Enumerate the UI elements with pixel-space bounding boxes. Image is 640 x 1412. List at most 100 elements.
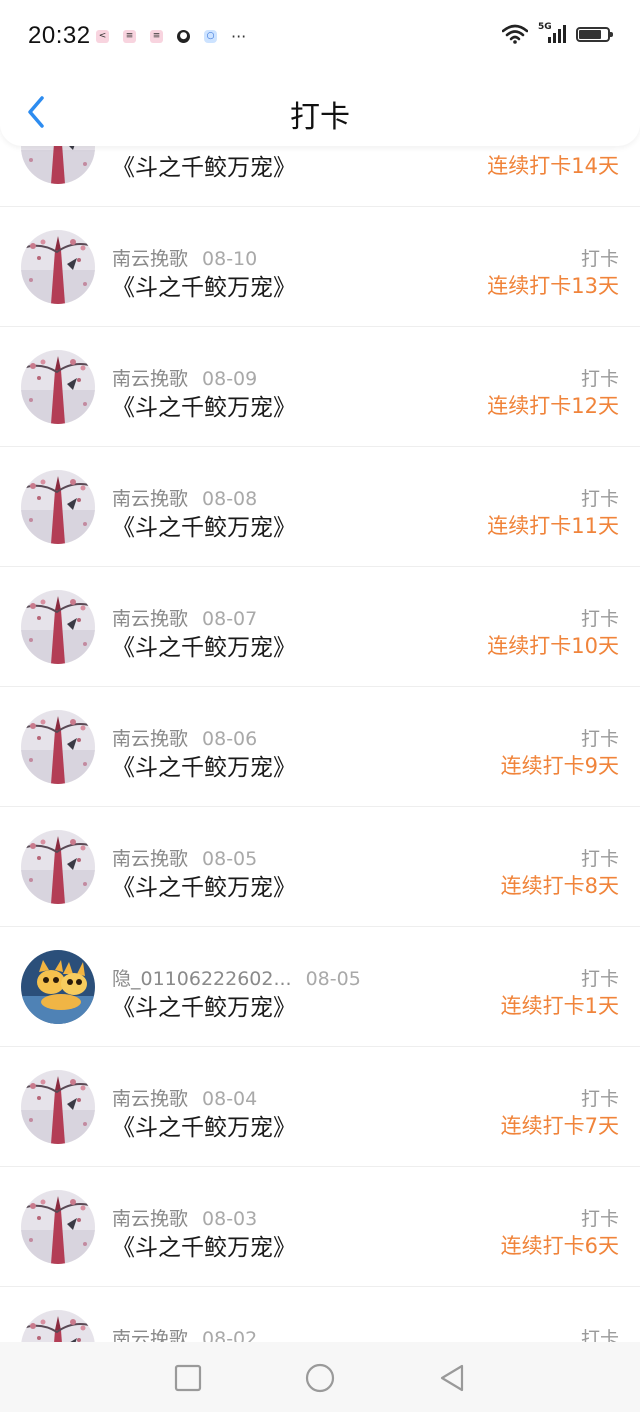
checkin-action-label: 打卡 <box>580 488 619 510</box>
user-name[interactable]: 南云挽歌 <box>112 1088 188 1110</box>
checkin-date: 08-10 <box>202 248 258 270</box>
list-item[interactable]: 南云挽歌 08-03 《斗之千鲛万宠》 打卡连续打卡6天 <box>0 1168 640 1287</box>
user-name[interactable]: 南云挽歌 <box>112 488 188 510</box>
user-name[interactable]: 南云挽歌 <box>112 608 188 630</box>
checkin-action-label: 打卡 <box>580 1088 619 1110</box>
list-item[interactable]: 南云挽歌 08-06 《斗之千鲛万宠》 打卡连续打卡9天 <box>0 688 640 807</box>
row-meta: 南云挽歌 08-10 <box>112 244 257 271</box>
system-indicators: 5G <box>502 22 613 44</box>
row-meta: 南云挽歌 08-09 <box>112 364 257 391</box>
book-title[interactable]: 《斗之千鲛万宠》 <box>112 868 296 902</box>
more-notifications-icon: ··· <box>231 27 247 46</box>
row-divider <box>0 206 640 207</box>
checkin-date: 08-08 <box>202 488 258 510</box>
row-divider <box>0 926 640 927</box>
row-divider <box>0 566 640 567</box>
app-notification-icon: ● <box>177 30 190 43</box>
list-item[interactable]: 南云挽歌 08-05 《斗之千鲛万宠》 打卡连续打卡8天 <box>0 808 640 927</box>
home-icon[interactable] <box>304 1362 336 1394</box>
checkin-date: 08-05 <box>305 968 361 990</box>
book-title[interactable]: 《斗之千鲛万宠》 <box>112 628 296 662</box>
avatar[interactable] <box>21 350 95 424</box>
row-divider <box>0 1286 640 1287</box>
book-title[interactable]: 《斗之千鲛万宠》 <box>112 988 296 1022</box>
list-item[interactable]: 南云挽歌 08-09 《斗之千鲛万宠》 打卡连续打卡12天 <box>0 328 640 447</box>
book-title[interactable]: 《斗之千鲛万宠》 <box>112 748 296 782</box>
book-title[interactable]: 《斗之千鲛万宠》 <box>112 1108 296 1142</box>
row-meta: 南云挽歌 08-08 <box>112 484 257 511</box>
streak-count: 连续打卡14天 <box>487 154 619 178</box>
avatar[interactable] <box>21 950 95 1024</box>
avatar[interactable] <box>21 710 95 784</box>
notification-icons: < ≡ ≡ ● ○ ··· <box>96 27 247 46</box>
checkin-action-label: 打卡 <box>580 248 619 270</box>
row-meta: 南云挽歌 08-06 <box>112 724 257 751</box>
list-item[interactable]: 南云挽歌 08-08 《斗之千鲛万宠》 打卡连续打卡11天 <box>0 448 640 567</box>
row-meta: 南云挽歌 08-03 <box>112 1204 257 1231</box>
user-name[interactable]: 隐_01106222602... <box>112 968 292 990</box>
book-title[interactable]: 《斗之千鲛万宠》 <box>112 388 296 422</box>
checkin-date: 08-06 <box>202 728 258 750</box>
avatar[interactable] <box>21 470 95 544</box>
status-bar: 20:32 < ≡ ≡ ● ○ ··· 5G <box>0 0 640 72</box>
streak-count: 连续打卡8天 <box>500 874 619 898</box>
row-divider <box>0 1166 640 1167</box>
app-notification-icon: < <box>96 30 109 43</box>
checkin-action-label: 打卡 <box>580 368 619 390</box>
checkin-action-label: 打卡 <box>580 848 619 870</box>
streak-count: 连续打卡11天 <box>487 514 619 538</box>
message-icon: ≡ <box>123 30 136 43</box>
user-name[interactable]: 南云挽歌 <box>112 728 188 750</box>
row-divider <box>0 446 640 447</box>
message-icon: ≡ <box>150 30 163 43</box>
row-meta: 南云挽歌 08-05 <box>112 844 257 871</box>
row-divider <box>0 1046 640 1047</box>
row-divider <box>0 326 640 327</box>
user-name[interactable]: 南云挽歌 <box>112 368 188 390</box>
checkin-action-label: 打卡 <box>580 968 619 990</box>
list-item[interactable]: 南云挽歌 08-10 《斗之千鲛万宠》 打卡连续打卡13天 <box>0 208 640 327</box>
wifi-icon <box>502 24 528 44</box>
app-notification-icon: ○ <box>204 30 217 43</box>
checkin-date: 08-03 <box>202 1208 258 1230</box>
system-navigation-bar <box>0 1342 640 1412</box>
list-item[interactable]: 南云挽歌 08-04 《斗之千鲛万宠》 打卡连续打卡7天 <box>0 1048 640 1167</box>
recent-apps-icon[interactable] <box>172 1362 204 1394</box>
avatar[interactable] <box>21 1070 95 1144</box>
avatar[interactable] <box>21 230 95 304</box>
checkin-action-label: 打卡 <box>580 728 619 750</box>
checkin-action-label: 打卡 <box>580 608 619 630</box>
user-name[interactable]: 南云挽歌 <box>112 848 188 870</box>
row-divider <box>0 686 640 687</box>
avatar[interactable] <box>21 590 95 664</box>
battery-icon <box>576 26 613 42</box>
streak-count: 连续打卡7天 <box>500 1114 619 1138</box>
list-item[interactable]: 隐_01106222602... 08-05 《斗之千鲛万宠》 打卡 连续打卡1天 <box>0 928 640 1047</box>
checkin-date: 08-07 <box>202 608 258 630</box>
row-divider <box>0 806 640 807</box>
row-meta: 南云挽歌 08-04 <box>112 1084 257 1111</box>
streak-count: 连续打卡12天 <box>487 394 619 418</box>
avatar[interactable] <box>21 1190 95 1264</box>
page-title: 打卡 <box>290 100 350 135</box>
streak-count: 连续打卡13天 <box>487 274 619 298</box>
checkin-date: 08-04 <box>202 1088 258 1110</box>
row-meta: 南云挽歌 08-07 <box>112 604 257 631</box>
book-title[interactable]: 《斗之千鲛万宠》 <box>112 508 296 542</box>
back-icon[interactable] <box>436 1362 468 1394</box>
streak-count: 连续打卡9天 <box>500 754 619 778</box>
book-title[interactable]: 《斗之千鲛万宠》 <box>112 1228 296 1262</box>
checkin-date: 08-05 <box>202 848 258 870</box>
streak-count: 连续打卡10天 <box>487 634 619 658</box>
status-time: 20:32 <box>28 22 91 49</box>
book-title[interactable]: 《斗之千鲛万宠》 <box>112 148 296 182</box>
avatar[interactable] <box>21 830 95 904</box>
user-name[interactable]: 南云挽歌 <box>112 248 188 270</box>
checkin-action-label: 打卡 <box>580 1208 619 1230</box>
row-meta: 隐_01106222602... 08-05 <box>112 964 361 991</box>
checkin-date: 08-09 <box>202 368 258 390</box>
list-item[interactable]: 南云挽歌 08-07 《斗之千鲛万宠》 打卡连续打卡10天 <box>0 568 640 687</box>
book-title[interactable]: 《斗之千鲛万宠》 <box>112 268 296 302</box>
user-name[interactable]: 南云挽歌 <box>112 1208 188 1230</box>
streak-count: 连续打卡6天 <box>500 1234 619 1258</box>
